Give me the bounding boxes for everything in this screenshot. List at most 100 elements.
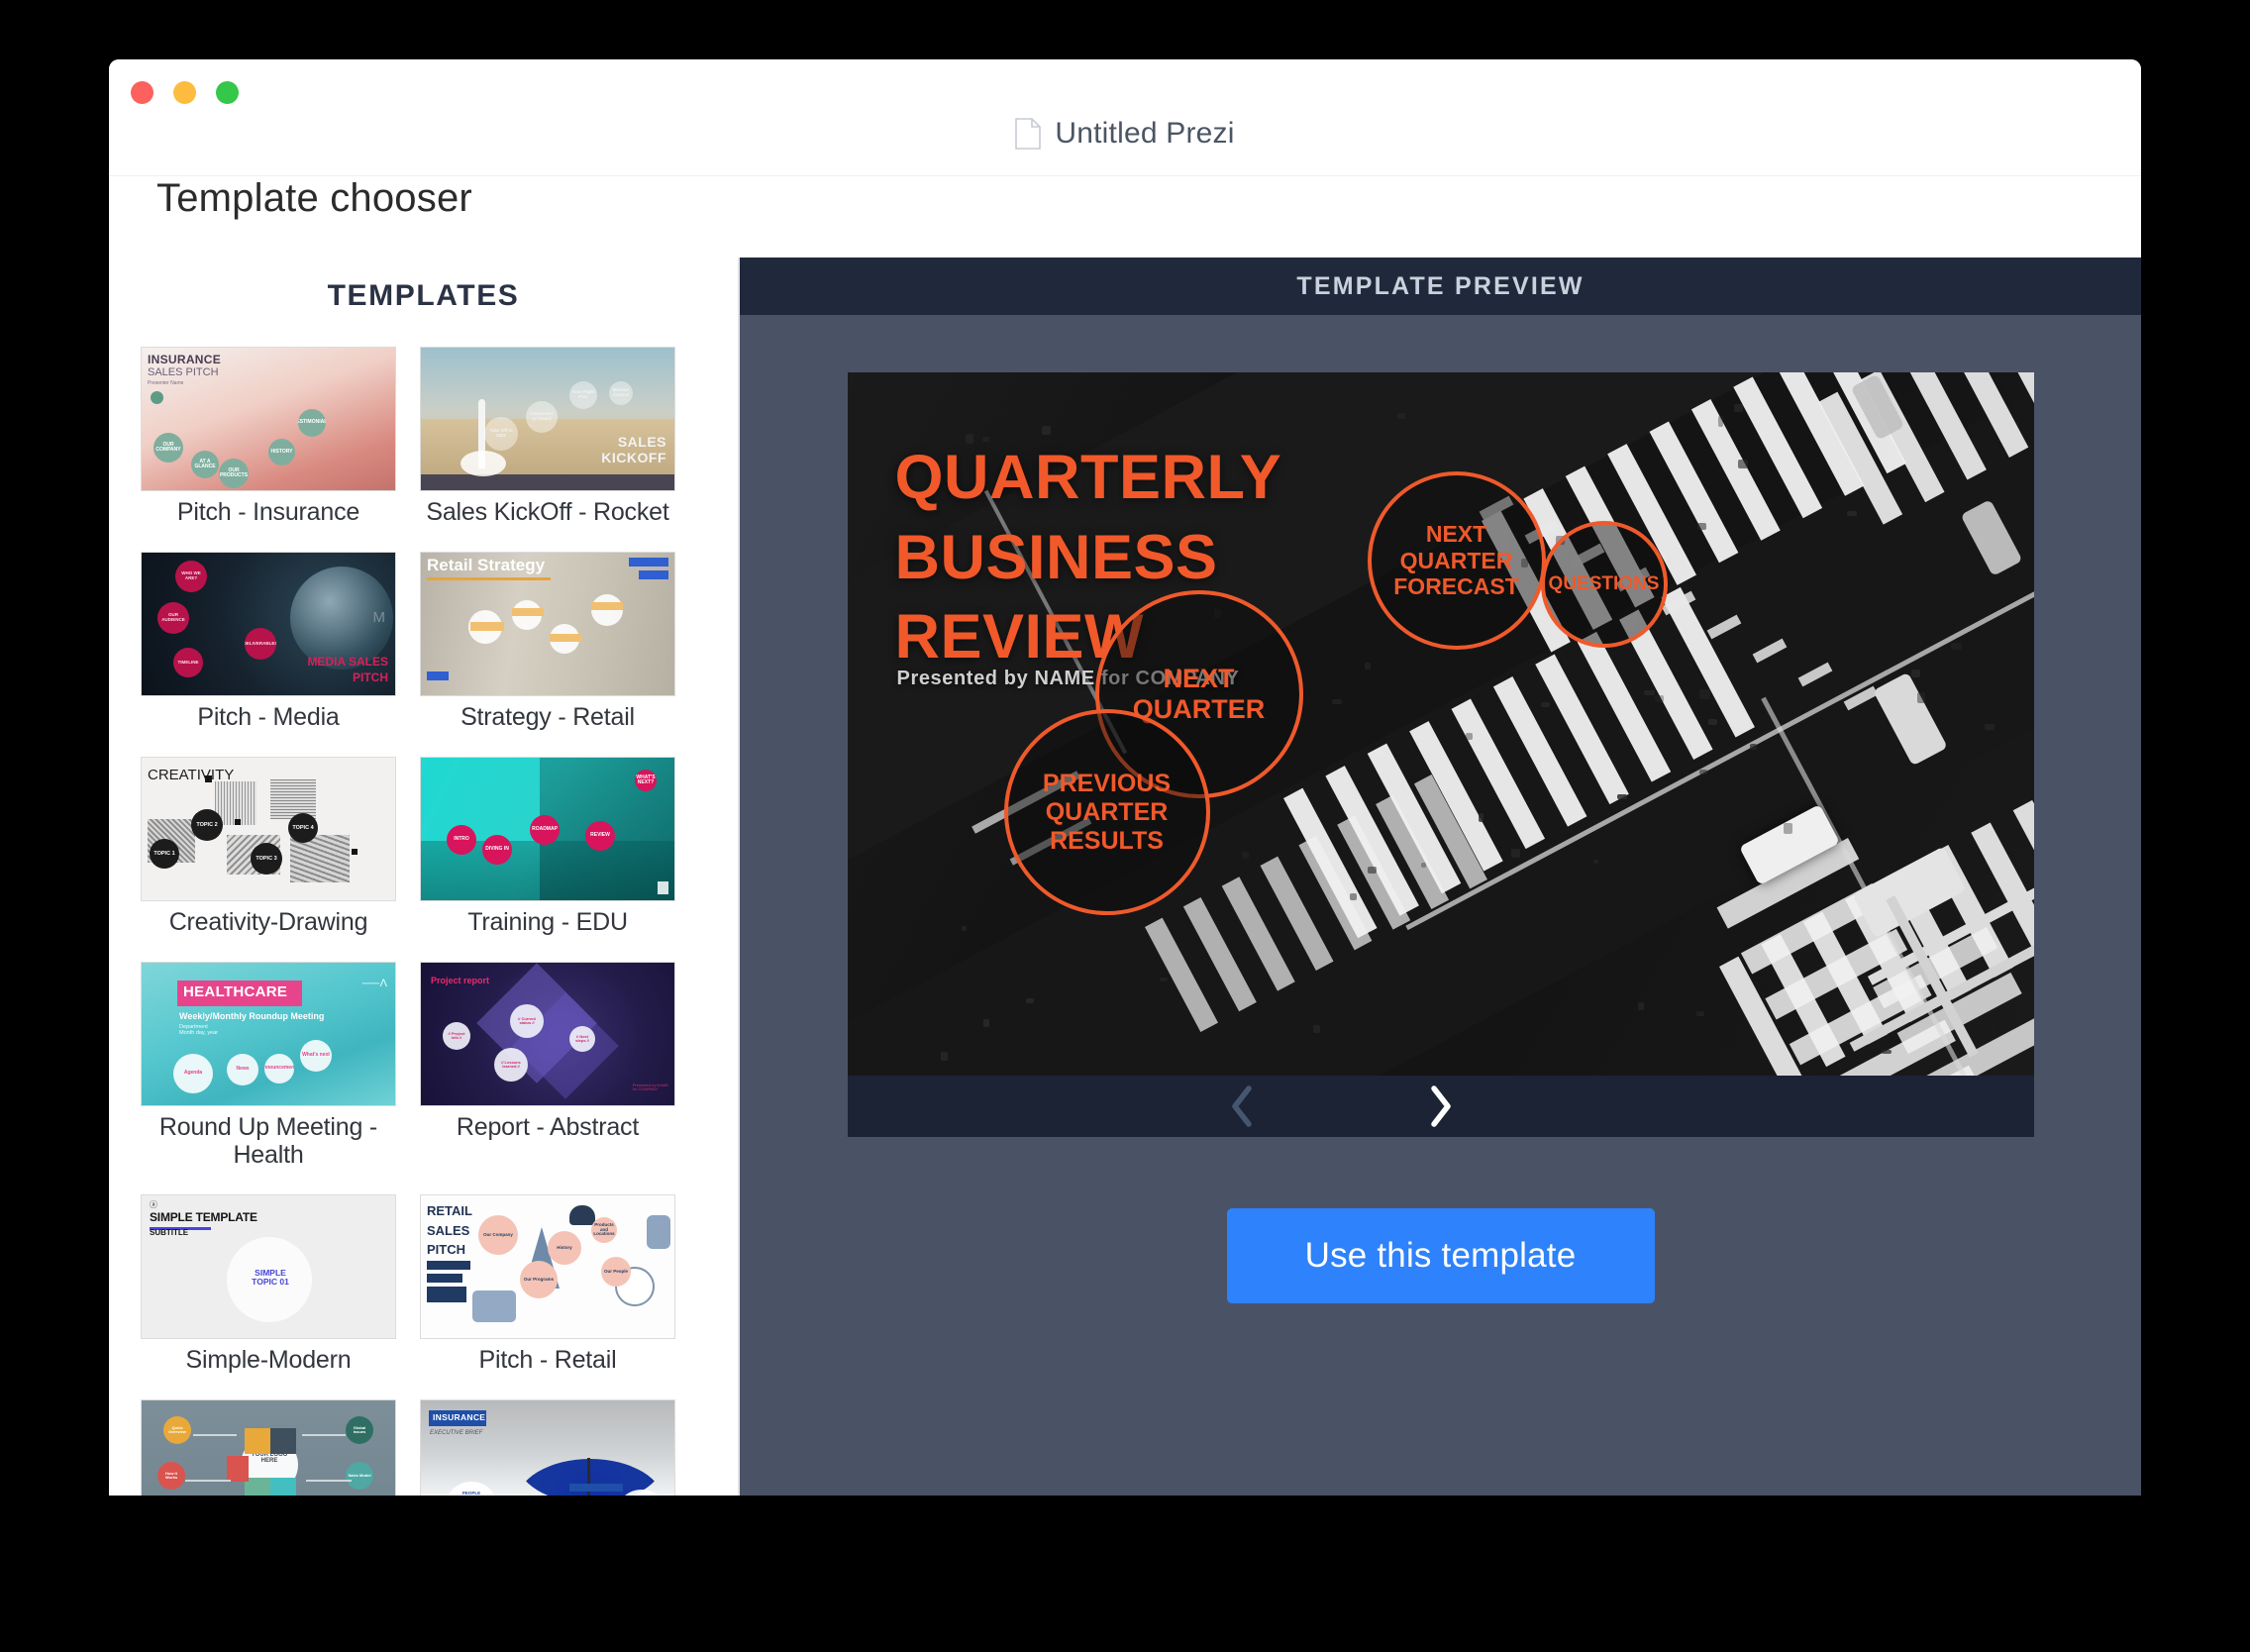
app-window: Untitled Prezi Template chooser TEMPLATE… [109,59,2141,1496]
templates-pane[interactable]: TEMPLATES INSURANCE SALES PITCH Presenter … [109,258,738,1496]
presenter-note: Presented by NAME for COMPANY [633,1084,668,1091]
template-thumbnail-creativity-collage[interactable]: CREATIVITY TOPIC 1 TOPIC 2 TOPIC 3 TOPIC 4 [141,757,396,901]
thumbnail-bubble: INTRO [447,825,476,855]
watermark-m: M [373,610,386,625]
tag-company [427,1274,462,1283]
template-thumbnail-simple-modern[interactable]: ⓐ SIMPLE TEMPLATE SUBTITLE SIMPLE TOPIC 01 [141,1194,396,1339]
template-item[interactable]: HEALTHCARE Weekly/Monthly Roundup Meeting… [141,962,396,1169]
title-underline [427,577,551,580]
pedestrian-speck [1466,733,1473,739]
template-label: Pitch - Insurance [177,498,359,526]
template-thumbnail-insurance-umbrella[interactable]: INSURANCEEXECUTIVE BRIEFPERFORMANCESUMMA… [420,1399,675,1496]
thumbnail-bubble: HISTORY [268,439,295,465]
template-thumbnail-training-classroom[interactable]: INTRO DIVING IN ROADMAP REVIEW WHAT'S NEXT? [420,757,675,901]
preview-slide[interactable]: QUARTERLY BUSINESS REVIEW Presented by NAM… [848,372,2034,1076]
preview-prev-button[interactable] [1212,1076,1272,1137]
template-label: Pitch - Media [197,703,339,731]
backpack [647,1215,670,1249]
ecg-icon: ⸺Ʌ [361,979,387,989]
template-item[interactable]: MEDIA SALES PITCH WHO WE ARE? OUR AUDIENCE T… [141,552,396,731]
slide-circle-previous-quarter-results[interactable]: PREVIOUS QUARTER RESULTS [1004,709,1210,915]
slide-circle-next-quarter-forecast[interactable]: NEXT QUARTER FORECAST [1368,471,1546,650]
pedestrian-speck [1368,867,1377,875]
thumbnail-bubble: Our People [601,1257,631,1287]
thumbnail-bubble: How It Works [157,1462,185,1490]
template-item[interactable]: RETAIL SALES PITCH Our Company History Our … [420,1194,675,1374]
pedestrian-speck [1026,998,1034,1002]
template-label: Report - Abstract [457,1113,639,1141]
template-item[interactable]: YOUR LOGO HERE Quick Overview How It Works… [141,1399,396,1496]
minimize-window-button[interactable] [173,81,196,104]
thumbnail-bubble: Customers on board [526,401,558,433]
template-thumbnail-rocket-launch[interactable]: SALES KICKOFF Take Off in 2021 Customers on… [420,347,675,491]
thumbnail-bubble: Our Company [478,1215,518,1255]
template-item[interactable]: ⓐ SIMPLE TEMPLATE SUBTITLE SIMPLE TOPIC 01 S… [141,1194,396,1374]
template-item[interactable]: Project report // Project info // // Curre… [420,962,675,1169]
thumbnail-bubble: WHO WE ARE? [175,561,207,592]
pedestrian-speck [1734,404,1743,411]
subtitle-kickoff: KICKOFF [601,451,666,465]
template-item[interactable]: Retail Strategy Strategy - Retail [420,552,675,731]
preview-next-button[interactable] [1410,1076,1470,1137]
tag-legal [427,1287,466,1302]
headphones [569,1205,595,1225]
thumbnail-bubble: Take Off in 2021 [484,417,518,451]
template-label: Simple-Modern [186,1346,352,1374]
chevron-left-icon [1229,1084,1255,1128]
tag-company [639,570,668,579]
pedestrian-speck [1696,1011,1703,1016]
template-thumbnail-insurance-sales-pitch[interactable]: INSURANCE SALES PITCH Presenter Name OUR CO… [141,347,396,491]
pedestrian-speck [1242,852,1250,859]
slide-circle-questions[interactable]: QUESTIONS [1541,521,1668,648]
slide-circle-label: NEXT QUARTER FORECAST [1393,521,1519,600]
tag-strategy [629,558,668,567]
connector [302,1434,346,1436]
template-label: Pitch - Retail [479,1346,617,1374]
thumbnail-bubble: TOPIC 3 [251,843,282,875]
pedestrian-speck [1951,643,1962,650]
subtitle-exec-brief: EXECUTIVE BRIEF [430,1430,482,1436]
square-dot [205,775,212,782]
donut-seg-a [245,1428,270,1454]
thumbnail-bubble: OUR PRODUCTS [219,459,249,488]
donut-seg-gear [270,1428,296,1454]
template-item[interactable]: SALES KICKOFF Take Off in 2021 Customers on… [420,347,675,526]
subtitle-roundup: Weekly/Monthly Roundup Meeting [179,1012,324,1021]
pedestrian-speck [1350,893,1357,900]
template-thumbnail-media-microphone[interactable]: MEDIA SALES PITCH WHO WE ARE? OUR AUDIENCE T… [141,552,396,696]
template-thumbnail-abstract-report[interactable]: Project report // Project info // // Curre… [420,962,675,1106]
tarmac [421,474,674,491]
label-focus1 [512,608,544,616]
use-this-template-button[interactable]: Use this template [1227,1208,1655,1303]
title-insurance: INSURANCE [148,354,221,365]
pedestrian-speck [1708,719,1716,725]
template-thumbnail-healthcare-roundup[interactable]: HEALTHCARE Weekly/Monthly Roundup Meeting… [141,962,396,1106]
texture-swatch [270,779,316,819]
template-thumbnail-retail-sales-pitch[interactable]: RETAIL SALES PITCH Our Company History Our … [420,1194,675,1339]
pedestrian-speck [1882,1050,1891,1054]
template-thumbnail-around-a-topic[interactable]: YOUR LOGO HERE Quick Overview How It Works… [141,1399,396,1496]
template-item[interactable]: INSURANCE SALES PITCH Presenter Name OUR CO… [141,347,396,526]
title-retail-strategy: Retail Strategy [427,557,545,574]
document-title: Untitled Prezi [1055,117,1234,151]
label-people: PEOPLE [457,1492,486,1496]
template-thumbnail-retail-strategy[interactable]: Retail Strategy [420,552,675,696]
pedestrian-speck [1397,413,1405,419]
template-item[interactable]: INSURANCEEXECUTIVE BRIEFPERFORMANCESUMMA… [420,1399,675,1496]
template-item[interactable]: CREATIVITY TOPIC 1 TOPIC 2 TOPIC 3 TOPIC 4 Cr… [141,757,396,936]
label-focus2 [550,634,581,642]
pedestrian-speck [1617,794,1626,799]
thumbnail-bubble: OUR COMPANY [153,433,183,463]
template-item[interactable]: INTRO DIVING IN ROADMAP REVIEW WHAT'S NEXT? T… [420,757,675,936]
maximize-window-button[interactable] [216,81,239,104]
pedestrian-speck [941,1052,947,1062]
pedestrian-speck [1638,1002,1644,1011]
close-window-button[interactable] [131,81,153,104]
thumbnail-bubble: History [548,1231,581,1265]
donut-seg-left [227,1456,249,1482]
pedestrian-speck [1313,1025,1320,1032]
templates-pane-title: TEMPLATES [109,258,738,313]
subtitle-sales-pitch: SALES PITCH [148,367,219,378]
thumbnail-bubble: DIVING IN [482,835,512,865]
smoke [460,451,506,476]
